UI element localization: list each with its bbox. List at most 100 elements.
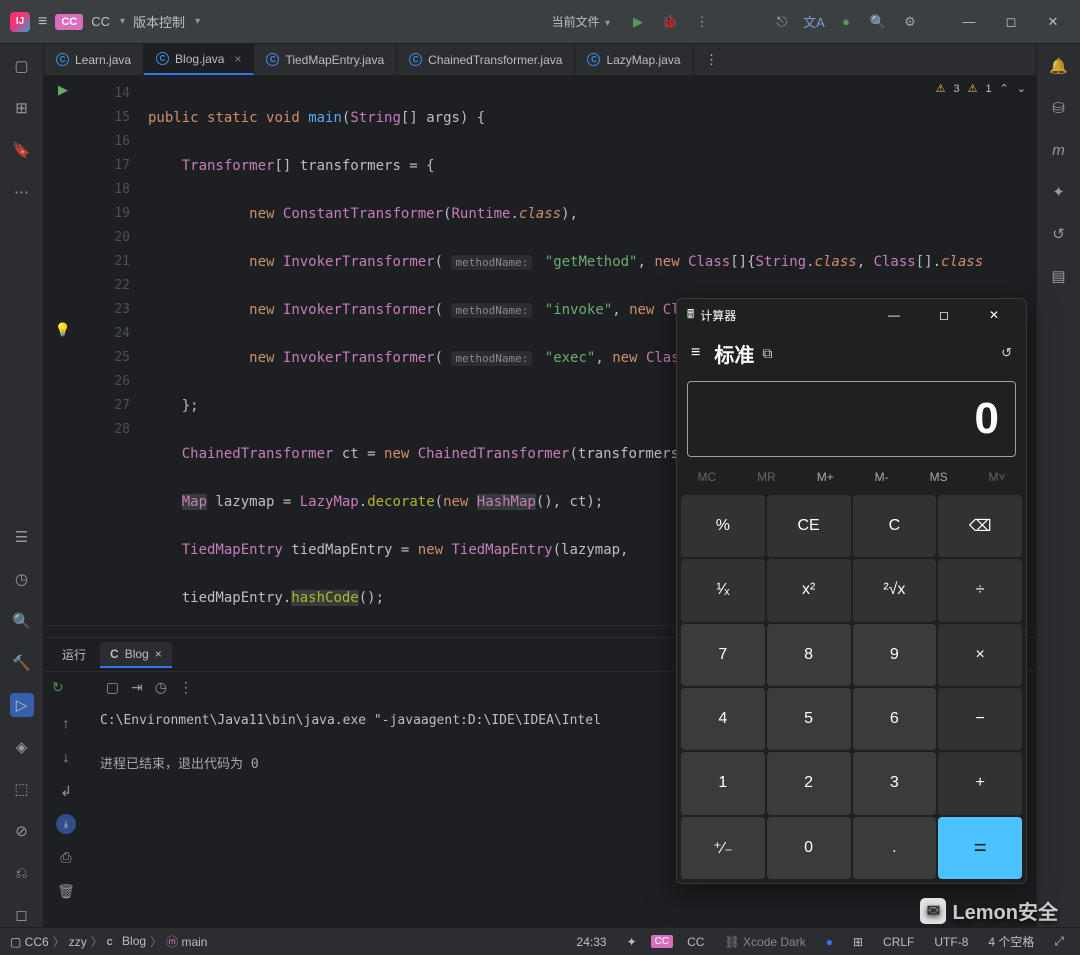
calc-key-x²[interactable]: x² bbox=[767, 559, 851, 621]
memory-mr-button[interactable]: MR bbox=[749, 468, 784, 486]
scheme-label[interactable]: ⛓ Xcode Dark bbox=[718, 935, 811, 949]
notifications-icon[interactable]: 🔔 bbox=[1047, 54, 1071, 78]
calc-key-4[interactable]: 4 bbox=[681, 688, 765, 750]
minimize-button[interactable]: — bbox=[872, 299, 916, 331]
run-config-selector[interactable]: 当前文件 ▾ bbox=[544, 11, 618, 32]
git-tool-icon[interactable]: ⎌ bbox=[10, 861, 34, 885]
history-icon[interactable]: ↺ bbox=[1001, 345, 1012, 361]
settings-icon[interactable]: ⚙ bbox=[898, 10, 922, 34]
search-icon[interactable]: 🔍 bbox=[866, 10, 890, 34]
coverage-icon[interactable]: ▤ bbox=[1047, 264, 1071, 288]
chevron-down-icon[interactable]: ▾ bbox=[120, 16, 125, 27]
profiler-tool-icon[interactable]: ◷ bbox=[10, 567, 34, 591]
maximize-button[interactable]: ◻ bbox=[994, 10, 1028, 34]
more-icon[interactable]: ⋮ bbox=[690, 10, 714, 34]
calc-key-⌫[interactable]: ⌫ bbox=[938, 495, 1022, 557]
tabs-more-icon[interactable]: ⋮ bbox=[694, 44, 730, 75]
services-tool-icon[interactable]: ◈ bbox=[10, 735, 34, 759]
calc-key-1[interactable]: 1 bbox=[681, 752, 765, 814]
history-icon[interactable]: ↺ bbox=[1047, 222, 1071, 246]
calc-key-CE[interactable]: CE bbox=[767, 495, 851, 557]
problems-tool-icon[interactable]: ⊘ bbox=[10, 819, 34, 843]
memory-mc-button[interactable]: MC bbox=[689, 468, 724, 486]
screenshot-icon[interactable]: ▢ bbox=[106, 679, 119, 696]
rerun-icon[interactable]: ↻ bbox=[52, 679, 64, 696]
play-icon[interactable]: ▶ bbox=[626, 10, 650, 34]
run-tab-blog[interactable]: C Blog × bbox=[100, 642, 172, 668]
structure-tool-icon[interactable]: ⊞ bbox=[10, 96, 34, 120]
calc-key-7[interactable]: 7 bbox=[681, 624, 765, 686]
encoding[interactable]: UTF-8 bbox=[928, 935, 974, 949]
find-tool-icon[interactable]: 🔍 bbox=[10, 609, 34, 633]
editor-tab[interactable]: CChainedTransformer.java bbox=[397, 44, 575, 75]
editor-tab[interactable]: CLazyMap.java bbox=[575, 44, 693, 75]
line-sep[interactable]: CRLF bbox=[877, 935, 920, 949]
code-with-me-icon[interactable]: ⎋ bbox=[770, 10, 794, 34]
print-icon[interactable]: ⎙ bbox=[55, 846, 77, 868]
memory-m+-button[interactable]: M+ bbox=[809, 468, 842, 486]
calc-key-6[interactable]: 6 bbox=[853, 688, 937, 750]
maximize-button[interactable]: ◻ bbox=[922, 299, 966, 331]
status-dot[interactable]: ● bbox=[820, 935, 839, 949]
clock-icon[interactable]: ◷ bbox=[155, 679, 167, 696]
memory-m--button[interactable]: M- bbox=[867, 468, 897, 486]
calc-key-.[interactable]: . bbox=[853, 817, 937, 879]
more-icon[interactable]: ⋮ bbox=[179, 679, 193, 696]
calc-key-×[interactable]: × bbox=[938, 624, 1022, 686]
ai-status-icon[interactable]: ✦ bbox=[621, 935, 643, 949]
trash-icon[interactable]: 🗑 bbox=[55, 880, 77, 902]
ai-icon[interactable]: ✦ bbox=[1047, 180, 1071, 204]
editor-tab[interactable]: CLearn.java bbox=[44, 44, 144, 75]
up-arrow-icon[interactable]: ↑ bbox=[55, 712, 77, 734]
export-icon[interactable]: ⇥ bbox=[131, 679, 143, 696]
more-tools-icon[interactable]: ⋯ bbox=[10, 180, 34, 204]
calc-key-+[interactable]: + bbox=[938, 752, 1022, 814]
translate-icon[interactable]: 文A bbox=[802, 10, 826, 34]
calc-key-C[interactable]: C bbox=[853, 495, 937, 557]
calc-key-²√x[interactable]: ²√x bbox=[853, 559, 937, 621]
vcs-tool-icon[interactable]: ◻ bbox=[10, 903, 34, 927]
calc-key-0[interactable]: 0 bbox=[767, 817, 851, 879]
caret-position[interactable]: 24:33 bbox=[571, 935, 613, 949]
hammer-tool-icon[interactable]: 🔨 bbox=[10, 651, 34, 675]
database-icon[interactable]: ⛁ bbox=[1047, 96, 1071, 120]
cc-label[interactable]: CC bbox=[681, 935, 710, 949]
windows-icon[interactable]: ⊞ bbox=[847, 935, 869, 949]
terminal-tool-icon[interactable]: ⬚ bbox=[10, 777, 34, 801]
calc-key-÷[interactable]: ÷ bbox=[938, 559, 1022, 621]
hamburger-icon[interactable]: ≡ bbox=[691, 344, 700, 362]
editor-tab[interactable]: CBlog.java× bbox=[144, 44, 254, 75]
scroll-lock-icon[interactable]: ⤓ bbox=[56, 814, 76, 834]
calc-key-9[interactable]: 9 bbox=[853, 624, 937, 686]
status-dot-icon[interactable]: ● bbox=[834, 10, 858, 34]
editor-tab[interactable]: CTiedMapEntry.java bbox=[254, 44, 397, 75]
calc-key-⁺⁄₋[interactable]: ⁺⁄₋ bbox=[681, 817, 765, 879]
memory-m˅-button[interactable]: M˅ bbox=[981, 468, 1014, 486]
indent[interactable]: 4 个空格 bbox=[982, 933, 1040, 950]
calc-key-8[interactable]: 8 bbox=[767, 624, 851, 686]
hamburger-icon[interactable]: ≡ bbox=[38, 13, 47, 31]
calc-key-2[interactable]: 2 bbox=[767, 752, 851, 814]
project-tool-icon[interactable]: ▢ bbox=[10, 54, 34, 78]
run-tab-runlabel[interactable]: 运行 bbox=[52, 641, 96, 668]
memory-ms-button[interactable]: MS bbox=[922, 468, 956, 486]
run-tool-icon[interactable]: ▷ bbox=[10, 693, 34, 717]
todo-tool-icon[interactable]: ☰ bbox=[10, 525, 34, 549]
readonly-icon[interactable]: ⤢ bbox=[1048, 934, 1070, 949]
calc-key-3[interactable]: 3 bbox=[853, 752, 937, 814]
calc-key-%[interactable]: % bbox=[681, 495, 765, 557]
keep-on-top-icon[interactable]: ⧉ bbox=[762, 345, 772, 362]
chevron-down-icon[interactable]: ▾ bbox=[195, 16, 200, 27]
breadcrumb[interactable]: ▢ CC6 〉 zzy 〉 C Blog 〉 ⓜ main bbox=[10, 933, 207, 950]
debug-icon[interactable]: 🐞 bbox=[658, 10, 682, 34]
calc-key-−[interactable]: − bbox=[938, 688, 1022, 750]
vcs-label[interactable]: 版本控制 bbox=[133, 12, 185, 31]
maven-icon[interactable]: m bbox=[1047, 138, 1071, 162]
project-name[interactable]: CC bbox=[91, 14, 110, 29]
editor-inspection-info[interactable]: ⚠3 ⚠1 ⌃⌄ bbox=[936, 82, 1026, 95]
minimize-button[interactable]: — bbox=[952, 10, 986, 34]
calc-key-=[interactable]: = bbox=[938, 817, 1022, 879]
calc-key-¹⁄ₓ[interactable]: ¹⁄ₓ bbox=[681, 559, 765, 621]
close-button[interactable]: ✕ bbox=[1036, 10, 1070, 34]
softwrap-icon[interactable]: ↲ bbox=[55, 780, 77, 802]
